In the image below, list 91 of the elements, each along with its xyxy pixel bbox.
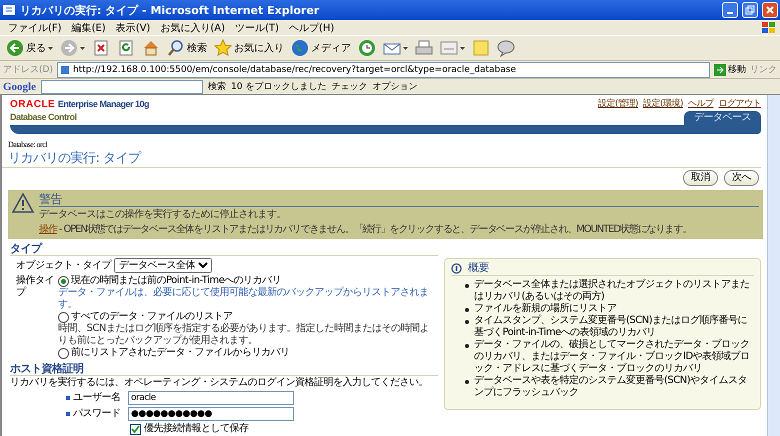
option-label[interactable]: すべてのデータ・ファイルのリストア xyxy=(71,311,232,323)
radio-button[interactable] xyxy=(58,276,69,286)
field-label: パスワード xyxy=(73,408,122,420)
warning-title: 警告 xyxy=(39,192,759,207)
bullet-icon xyxy=(465,284,469,288)
product-logo: ORACLE Enterprise Manager 10g xyxy=(10,98,149,111)
spell-check-button[interactable]: チェック xyxy=(331,80,368,93)
toolbar-label[interactable]: メディア xyxy=(311,41,351,55)
database-tab[interactable]: データベース xyxy=(684,111,761,125)
close-button[interactable] xyxy=(762,2,778,18)
warning-action: 操作 - OPEN状態ではデータベース全体をリストアまたはリカバリできません。「続行」をクリックすると、データベースが停止され、MOUNTED状態になります。 xyxy=(39,224,692,236)
page-button[interactable]: 取消 xyxy=(683,170,718,186)
menu-item[interactable]: ツール(T) xyxy=(231,20,283,34)
menu-item[interactable]: ヘルプ(H) xyxy=(284,20,338,34)
bullet-icon xyxy=(465,380,469,384)
chat-icon[interactable] xyxy=(497,39,515,57)
field-label: ユーザー名 xyxy=(73,392,122,404)
info-icon xyxy=(451,262,462,274)
printer-icon[interactable] xyxy=(415,39,433,57)
database-label: Database: orcl xyxy=(7,139,48,151)
option-label[interactable]: 現在の時間または前のPoint-in-Timeへのリカバリ xyxy=(71,275,282,287)
summary-title: 概要 xyxy=(468,262,489,274)
option-description: 時間、SCNまたはログ順序を指定する必要があります。指定した時間またはその時間よりも前にとったバックアップが使用されます。 xyxy=(58,323,430,347)
search-button[interactable]: 検索 xyxy=(208,80,226,93)
history-icon[interactable] xyxy=(358,39,376,57)
instruction-text: リカバリを実行するには、オペレーティング・システムのログイン資格証明を入力してください。 xyxy=(10,376,429,389)
menu-item[interactable]: 編集(E) xyxy=(68,20,110,34)
toolbar-label[interactable]: 戻る xyxy=(26,41,46,55)
bullet-icon xyxy=(465,344,469,348)
address-label: アドレス(D) xyxy=(3,64,53,76)
go-button[interactable]: 移動 xyxy=(728,63,746,76)
flag-icon xyxy=(762,22,776,34)
warning-icon xyxy=(11,192,35,214)
summary-item: データ・ファイルの、破損としてマークされたデータ・ブロックのリカバリ、またはデータ・ファイル・ブロックIDや表領域ブロック・アドレスに基づくデータ・ブロックのリカバリ xyxy=(474,339,751,374)
section-heading: タイプ xyxy=(10,242,438,256)
product-subtitle: Database Control xyxy=(10,111,78,123)
address-field[interactable]: http://192.168.0.100:5500/em/console/database/rec/recovery?target=orcl&type=oracle_database xyxy=(56,62,710,78)
page-title: リカバリの実行: タイプ xyxy=(2,151,761,168)
menu-item[interactable]: ファイル(F) xyxy=(4,20,66,34)
option-description: データ・ファイルは、必要に応じて使用可能な最新のバックアップからリストアされます。 xyxy=(58,287,430,311)
back-icon[interactable] xyxy=(6,39,24,57)
toolbar-label[interactable]: 検索 xyxy=(187,41,207,55)
globe-icon[interactable] xyxy=(291,39,309,57)
caret-icon[interactable] xyxy=(460,46,465,50)
menu-item[interactable]: 表示(V) xyxy=(112,20,154,34)
browser-icon xyxy=(2,3,16,17)
option-label[interactable]: 前にリストアされたデータ・ファイルからリカバリ xyxy=(71,347,290,359)
caret-icon[interactable] xyxy=(80,46,85,50)
summary-item: ファイルを新規の場所にリストア xyxy=(474,303,616,314)
summary-item: タイムスタンプ、システム変更番号(SCN)またはログ順序番号に基づくPoint-in-Timeへの表領域のリカバリ xyxy=(474,315,748,338)
checkbox-label[interactable]: 優先接続情報として保存 xyxy=(144,423,248,435)
google-logo[interactable]: Google xyxy=(3,80,36,92)
bullet-icon xyxy=(465,308,469,312)
menu-item[interactable]: お気に入り(A) xyxy=(156,20,229,34)
window-title: リカバリの実行: タイプ - Microsoft Internet Explorer xyxy=(20,2,320,18)
object-type-label: オブジェクト・タイプ xyxy=(16,260,111,272)
bullet-icon xyxy=(465,320,469,324)
warning-message: データベースはこの操作を実行するために停止されます。 xyxy=(39,208,287,222)
radio-button[interactable] xyxy=(58,348,69,358)
scrollbar[interactable] xyxy=(767,95,780,436)
restore-button[interactable] xyxy=(742,2,758,18)
restore-icon xyxy=(745,5,755,15)
close-icon xyxy=(766,6,774,14)
header-link[interactable]: 設定(環境) xyxy=(642,98,683,110)
options-button[interactable]: オプション xyxy=(372,80,418,93)
refresh-icon[interactable] xyxy=(117,39,135,57)
caret-icon[interactable] xyxy=(48,46,53,50)
toolbar-label[interactable]: お気に入り xyxy=(234,41,284,55)
header-link[interactable]: 設定(管理) xyxy=(598,98,638,110)
summary-item: データベースや表を特定のシステム変更番号(SCN)やタイムスタンプにフラッシュバック xyxy=(474,375,748,399)
input-field[interactable]: oracle xyxy=(128,391,294,405)
operation-type-label: 操作タイプ xyxy=(16,275,55,299)
checkbox[interactable] xyxy=(130,424,141,434)
caret-icon[interactable] xyxy=(403,46,408,50)
object-type-select[interactable]: データベース全体 xyxy=(114,258,212,273)
radio-button[interactable] xyxy=(58,312,69,322)
google-search-field[interactable] xyxy=(41,80,203,94)
header-link[interactable]: ヘルプ xyxy=(688,98,714,110)
go-icon[interactable] xyxy=(714,64,726,76)
stop-icon[interactable] xyxy=(92,39,110,57)
section-heading: ホスト資格証明 xyxy=(10,362,438,376)
home-icon[interactable] xyxy=(142,39,160,57)
page-button[interactable]: 次へ xyxy=(724,170,759,186)
summary-item: データベース全体または選択されたオブジェクトのリストアまたはリカバリ(あるいはその両方) xyxy=(474,279,750,302)
star-icon[interactable] xyxy=(214,39,232,57)
search-icon[interactable] xyxy=(167,39,185,57)
popup-blocker[interactable]: 10 をブロックしました xyxy=(231,80,326,93)
page-icon xyxy=(60,64,70,74)
minimize-button[interactable] xyxy=(722,2,738,18)
input-field[interactable]: ●●●●●●●●●●● xyxy=(128,407,294,421)
header-link[interactable]: ログアウト xyxy=(718,98,761,110)
